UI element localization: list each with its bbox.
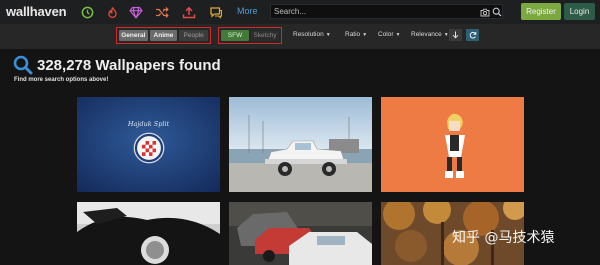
- category-anime-toggle[interactable]: Anime: [149, 30, 178, 41]
- results-heading: 328,278 Wallpapers found: [13, 55, 221, 75]
- color-dropdown-label: Color: [378, 31, 394, 38]
- category-general-toggle[interactable]: General: [119, 30, 148, 41]
- login-button[interactable]: Login: [564, 3, 595, 20]
- wallpaper-thumbnail[interactable]: [381, 97, 524, 192]
- category-people-toggle[interactable]: People: [179, 30, 208, 41]
- more-link[interactable]: More: [237, 6, 258, 16]
- results-subtitle: Find more search options above!: [14, 77, 109, 83]
- caret-down-icon: ▼: [362, 31, 368, 38]
- wallpaper-thumbnail[interactable]: [229, 97, 372, 192]
- sort-order-button[interactable]: [449, 29, 462, 41]
- clock-icon[interactable]: [76, 2, 98, 22]
- flame-icon[interactable]: [101, 2, 123, 22]
- register-button[interactable]: Register: [521, 3, 561, 20]
- top-navbar: wallhaven More Register Login: [0, 0, 600, 24]
- search-icon: [13, 55, 33, 75]
- resolution-dropdown[interactable]: Resolution ▼: [293, 31, 331, 38]
- purity-filter-group: SFW Sketchy: [218, 27, 282, 44]
- sorting-dropdown[interactable]: Relevance ▼: [411, 31, 449, 38]
- wallpaper-thumbnail[interactable]: [229, 202, 372, 265]
- upload-icon[interactable]: [178, 2, 200, 22]
- search-input[interactable]: [274, 6, 474, 17]
- sorting-dropdown-label: Relevance: [411, 31, 442, 38]
- ratio-dropdown-label: Ratio: [345, 31, 361, 38]
- results-count: 328,278 Wallpapers found: [37, 56, 221, 74]
- search-icon[interactable]: [491, 6, 503, 18]
- purity-sketchy-toggle[interactable]: Sketchy: [251, 30, 279, 41]
- watermark-text: 知乎 @马技术猿: [452, 230, 555, 246]
- chat-icon[interactable]: [205, 2, 227, 22]
- refresh-button[interactable]: [466, 29, 479, 41]
- category-filter-group: General Anime People: [116, 27, 211, 44]
- wallpaper-thumbnail[interactable]: [77, 202, 220, 265]
- caret-down-icon: ▼: [395, 31, 401, 38]
- filter-bar: General Anime People SFW Sketchy Resolut…: [0, 24, 600, 49]
- gem-icon[interactable]: [125, 2, 147, 22]
- arrow-down-icon: [452, 31, 459, 39]
- resolution-dropdown-label: Resolution: [293, 31, 324, 38]
- caret-down-icon: ▼: [443, 31, 449, 38]
- wallpaper-thumbnail[interactable]: Hajduk Split: [77, 97, 220, 192]
- search-box: [270, 4, 503, 19]
- color-dropdown[interactable]: Color ▼: [378, 31, 401, 38]
- thumbnail-caption: Hajduk Split: [127, 120, 170, 128]
- site-logo[interactable]: wallhaven: [6, 4, 67, 19]
- refresh-icon: [469, 31, 476, 39]
- caret-down-icon: ▼: [325, 31, 331, 38]
- camera-icon[interactable]: [479, 6, 491, 18]
- ratio-dropdown[interactable]: Ratio ▼: [345, 31, 367, 38]
- shuffle-icon[interactable]: [151, 2, 173, 22]
- purity-sfw-toggle[interactable]: SFW: [221, 30, 249, 41]
